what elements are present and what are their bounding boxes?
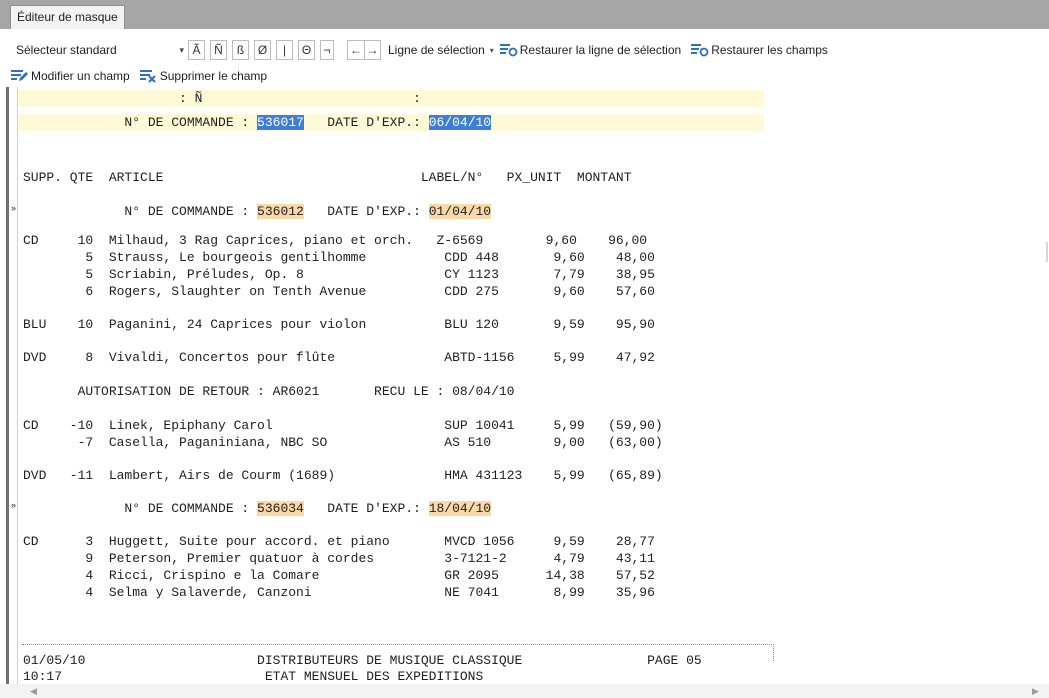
selector-value: Sélecteur standard — [16, 43, 117, 57]
report-line: -7 Casella, Paganiniana, NBC SO AS 510 9… — [23, 435, 663, 450]
report-line: CD 3 Huggett, Suite pour accord. et pian… — [23, 534, 655, 549]
char-button-o-slash[interactable]: Ø — [254, 40, 271, 60]
report-line: CD 10 Milhaud, 3 Rag Caprices, piano et … — [23, 233, 648, 248]
order-line-1: N° DE COMMANDE : 536012 DATE D'EXP.: 01/… — [23, 204, 492, 219]
modify-field-label: Modifier un champ — [31, 69, 130, 83]
char-button-a-tilde[interactable]: Ã — [188, 40, 205, 60]
report-line: CD -10 Linek, Epiphany Carol SUP 10041 5… — [23, 418, 663, 433]
report-line: DVD 8 Vivaldi, Concertos pour flûte ABTD… — [23, 350, 655, 365]
nav-right-button[interactable]: → — [364, 40, 381, 60]
editor-gutter — [6, 87, 9, 687]
nav-left-button[interactable]: ← — [347, 40, 364, 60]
report-header: SUPP. QTE ARTICLE LABEL/N° PX_UNIT MONTA… — [23, 170, 632, 185]
restore-fields-icon — [691, 43, 709, 57]
mask-line-2[interactable]: N° DE COMMANDE : 536017 DATE D'EXP.: 06/… — [23, 114, 492, 131]
delete-field-label: Supprimer le champ — [159, 69, 268, 83]
restore-line-label: Restaurer la ligne de sélection — [519, 43, 682, 57]
mask-line-1[interactable]: : Ñ : — [23, 90, 421, 107]
chevron-down-icon: ▾ — [489, 45, 494, 55]
mask-order-prefix: N° DE COMMANDE : — [23, 115, 258, 130]
row-marker-icon: » — [11, 500, 17, 510]
order-number-highlight: 536034 — [257, 501, 304, 516]
vertical-scroll-thumb[interactable] — [1046, 242, 1048, 262]
delete-field-icon — [139, 69, 156, 83]
toolbar-row-2: Modifier un champ Supprimer le champ — [11, 67, 277, 85]
order-date-highlight: 01/04/10 — [428, 204, 492, 219]
report-line: BLU 10 Paganini, 24 Caprices pour violon… — [23, 317, 655, 332]
report-footer-1: 01/05/10 DISTRIBUTEURS DE MUSIQUE CLASSI… — [23, 653, 702, 668]
char-button-theta[interactable]: Θ — [298, 40, 315, 60]
restore-fields-label: Restaurer les champs — [711, 43, 828, 57]
report-line: 4 Ricci, Crispino e la Comare GR 2095 14… — [23, 568, 655, 583]
modify-field-button[interactable]: Modifier un champ — [11, 69, 130, 83]
char-button-eszett[interactable]: ß — [232, 40, 249, 60]
report-footer-2: 10:17 ETAT MENSUEL DES EXPEDITIONS — [23, 669, 484, 684]
tab-mask-editor[interactable]: Éditeur de masque — [10, 5, 125, 29]
report-line: DVD -11 Lambert, Airs de Courm (1689) HM… — [23, 468, 663, 483]
editor-gutter-line — [17, 87, 18, 687]
line-select-label: Ligne de sélection — [388, 43, 485, 57]
line-select-dropdown[interactable]: Ligne de sélection ▾ — [388, 43, 494, 57]
report-line: 4 Selma y Salaverde, Canzoni NE 7041 8,9… — [23, 585, 655, 600]
restore-line-icon — [499, 43, 518, 57]
scroll-right-icon[interactable]: ▶ — [1032, 684, 1039, 698]
restore-fields-button[interactable]: Restaurer les champs — [691, 43, 828, 57]
report-line: 5 Scriabin, Préludes, Op. 8 CY 1123 7,79… — [23, 267, 655, 282]
order-number-highlight: 536012 — [257, 204, 304, 219]
return-authorization-line: AUTORISATION DE RETOUR : AR6021 RECU LE … — [23, 384, 515, 399]
order-date-highlight: 18/04/10 — [428, 501, 492, 516]
tab-strip: Éditeur de masque — [0, 0, 1049, 29]
mask-editor-area[interactable]: : Ñ : N° DE COMMANDE : 536017 DATE D'EXP… — [0, 87, 1049, 698]
order-line-2: N° DE COMMANDE : 536034 DATE D'EXP.: 18/… — [23, 501, 492, 516]
report-line: 6 Rogers, Slaughter on Tenth Avenue CDD … — [23, 284, 655, 299]
selector-dropdown[interactable]: Sélecteur standard ▾ — [12, 40, 188, 60]
footer-margin-line — [773, 644, 774, 661]
restore-line-button[interactable]: Restaurer la ligne de sélection — [499, 43, 682, 57]
scroll-left-icon[interactable]: ◀ — [30, 684, 37, 698]
toolbar-row-1: Sélecteur standard ▾ Ã Ñ ß Ø | Θ ¬ ← → L… — [12, 39, 838, 61]
toolbar: Sélecteur standard ▾ Ã Ñ ß Ø | Θ ¬ ← → L… — [0, 29, 1049, 87]
char-button-n-tilde[interactable]: Ñ — [210, 40, 227, 60]
mask-date-prefix: DATE D'EXP.: — [303, 115, 429, 130]
edit-field-icon — [11, 69, 28, 83]
char-button-not[interactable]: ¬ — [320, 40, 334, 60]
report-line: 5 Strauss, Le bourgeois gentilhomme CDD … — [23, 250, 655, 265]
horizontal-scrollbar[interactable]: ◀ ▶ — [0, 684, 1049, 698]
delete-field-button[interactable]: Supprimer le champ — [139, 69, 268, 83]
mask-order-field[interactable]: 536017 — [257, 115, 304, 130]
mask-date-field[interactable]: 06/04/10 — [428, 115, 492, 130]
footer-divider — [22, 644, 774, 645]
row-marker-icon: » — [11, 203, 17, 213]
char-button-pipe[interactable]: | — [276, 40, 293, 60]
chevron-down-icon: ▾ — [179, 44, 184, 55]
report-line: 9 Peterson, Premier quatuor à cordes 3-7… — [23, 551, 655, 566]
